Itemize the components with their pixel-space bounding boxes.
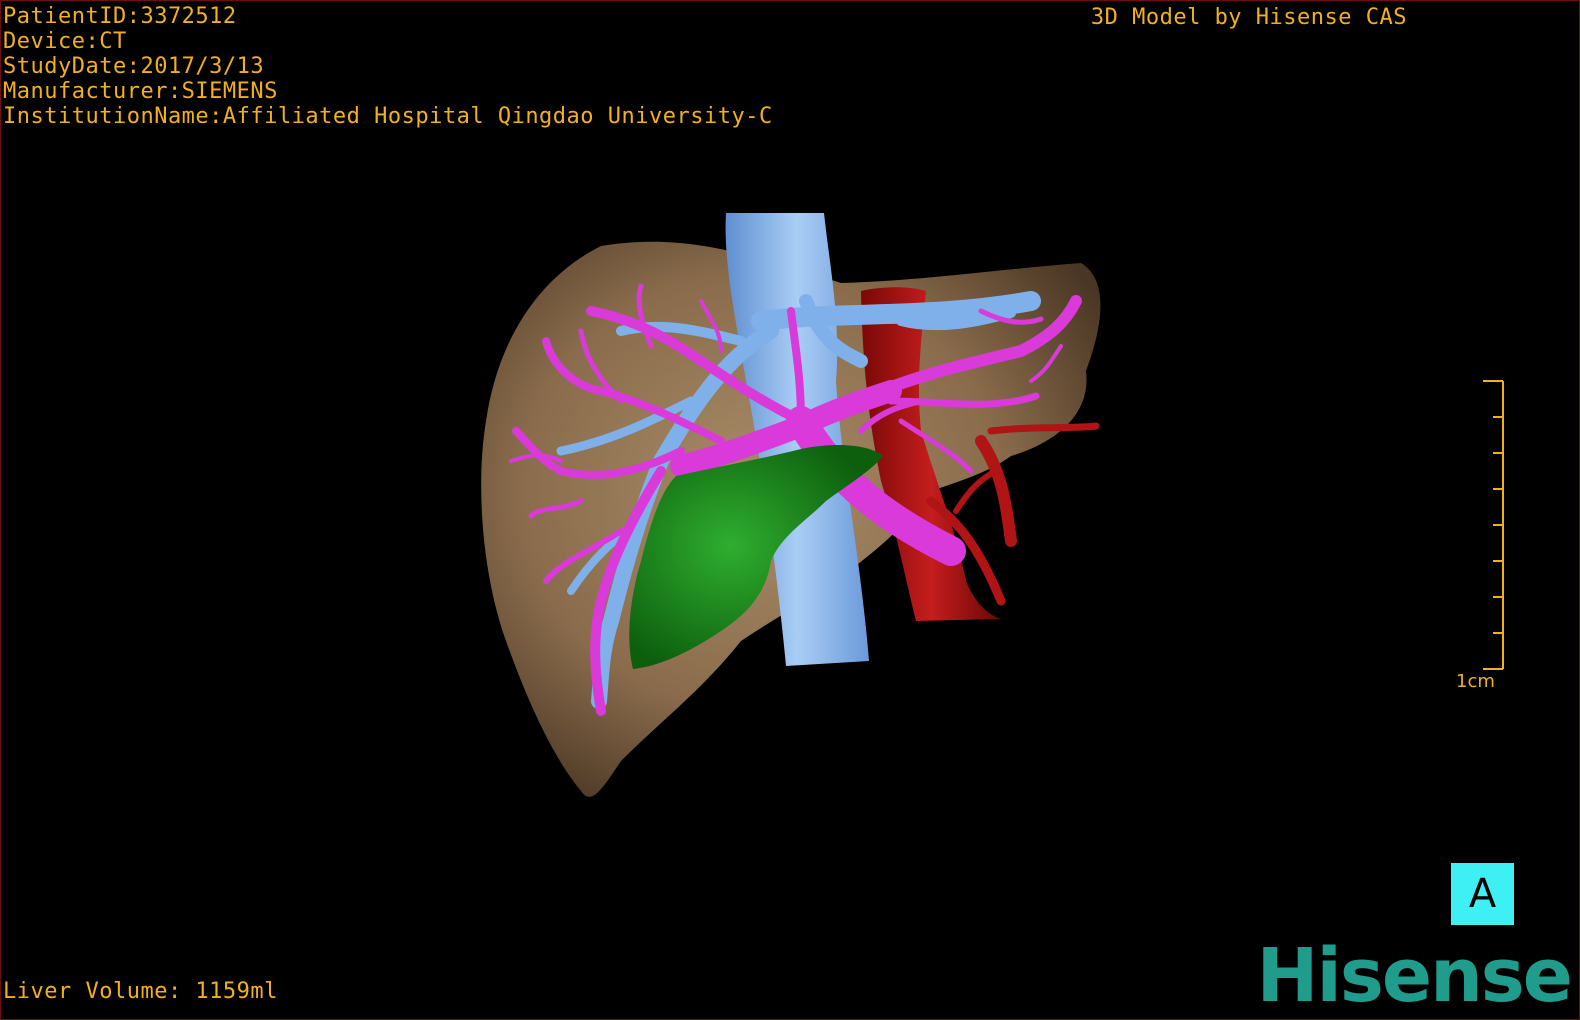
orientation-indicator[interactable]: A xyxy=(1451,863,1514,925)
hisense-logo: Hisense xyxy=(1256,933,1573,1019)
scale-bar-label: 1cm xyxy=(1456,671,1495,692)
liver-volume-text: Liver Volume: 1159ml xyxy=(3,979,278,1004)
institution-text: InstitutionName:Affiliated Hospital Qing… xyxy=(3,104,773,129)
manufacturer-text: Manufacturer:SIEMENS xyxy=(3,79,278,104)
device-text: Device:CT xyxy=(3,29,127,54)
3d-viewport[interactable]: PatientID:3372512 Device:CT StudyDate:20… xyxy=(0,0,1580,1020)
patient-id-text: PatientID:3372512 xyxy=(3,4,237,29)
liver-3d-model[interactable] xyxy=(1,1,1580,1020)
scale-bar xyxy=(1483,380,1504,670)
orientation-label: A xyxy=(1468,871,1497,917)
study-date-text: StudyDate:2017/3/13 xyxy=(3,54,265,79)
model-credit-text: 3D Model by Hisense CAS xyxy=(1090,5,1407,30)
